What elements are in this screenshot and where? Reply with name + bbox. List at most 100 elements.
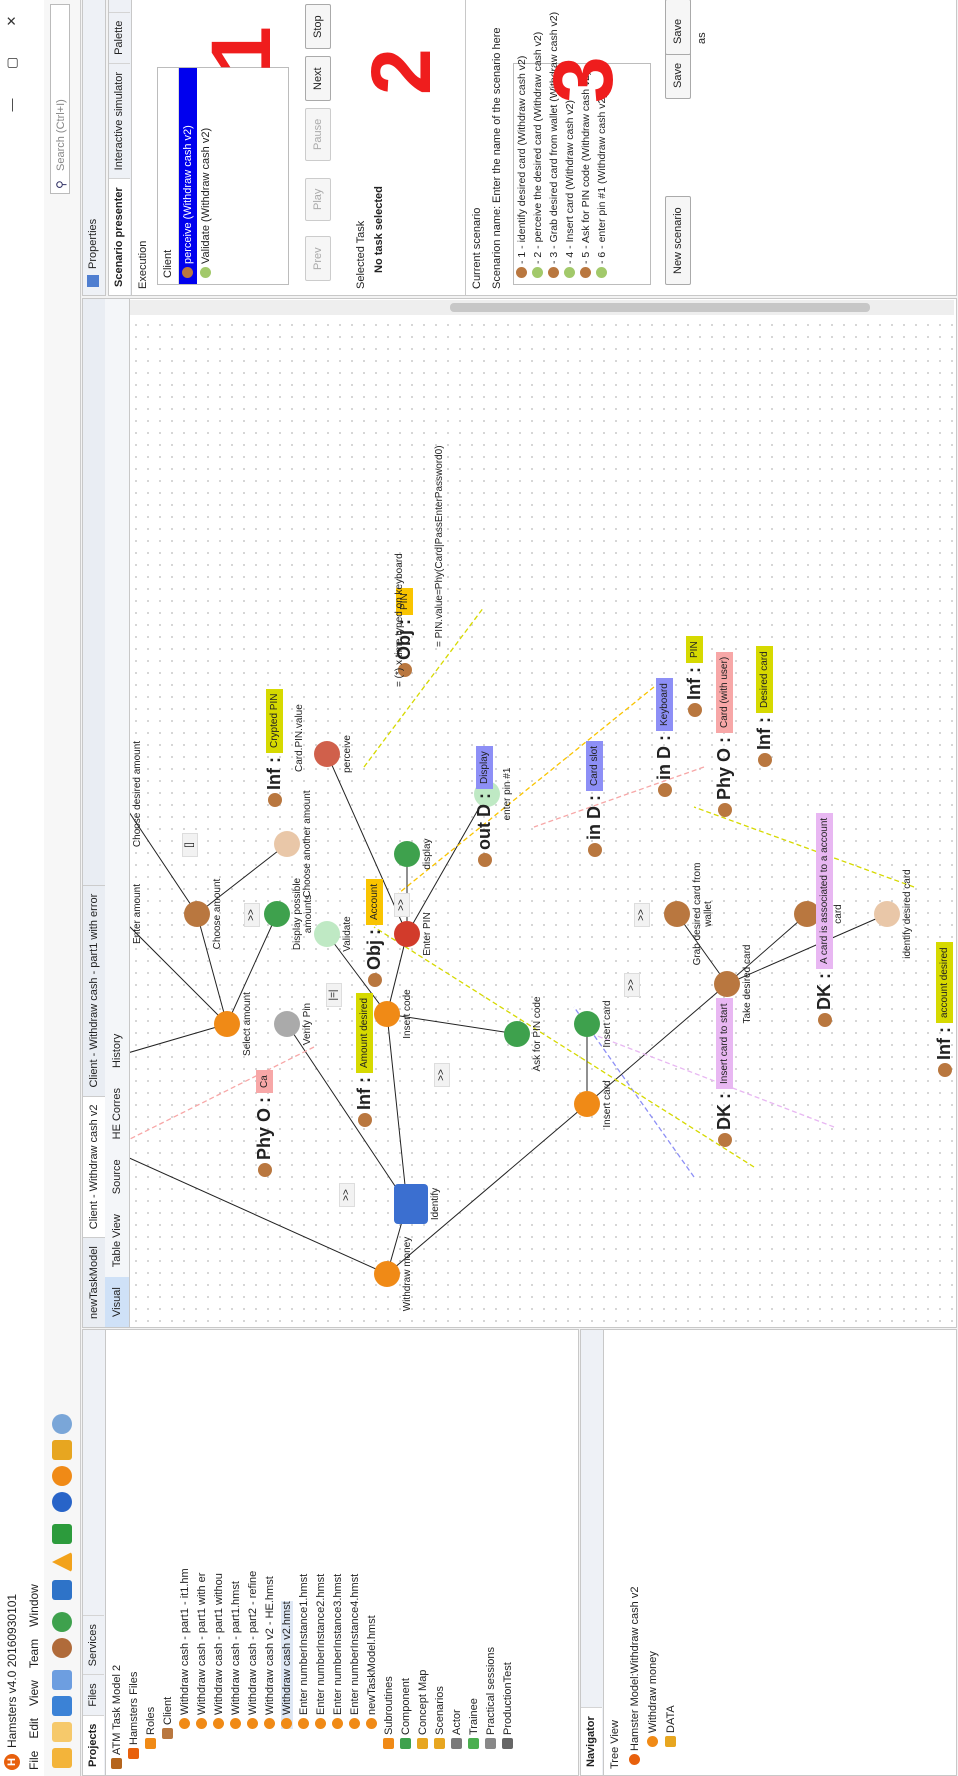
tree-item[interactable]: Client	[162, 1697, 174, 1739]
tree-item[interactable]: Withdraw cash - part1 - it1.hm	[179, 1568, 191, 1729]
execution-list[interactable]: Client perceive (Withdraw cash v2) Valid…	[157, 67, 289, 285]
doc-tab-withdraw-v2[interactable]: Client - Withdraw cash v2	[83, 1095, 105, 1238]
prev-button[interactable]: Prev	[305, 236, 331, 281]
tab-services[interactable]: Services	[83, 1615, 104, 1675]
data-element[interactable]: DK : A card is associated to a account	[814, 812, 835, 1027]
doc-tab-newtaskmodel[interactable]: newTaskModel	[83, 1237, 105, 1327]
nav-item-data[interactable]: DATA	[665, 1705, 677, 1747]
close-button[interactable]: ✕	[0, 0, 24, 42]
data-element[interactable]: Inf : PIN	[684, 636, 705, 717]
tree-item[interactable]: newTaskModel.hmst	[366, 1615, 378, 1729]
menu-team[interactable]: Team	[24, 1633, 44, 1674]
menu-window[interactable]: Window	[24, 1578, 44, 1633]
tree-item[interactable]: ATM Task Model 2	[111, 1665, 123, 1769]
pause-button[interactable]: Pause	[305, 107, 331, 161]
tree-item[interactable]: Withdraw cash - part1.hmst	[230, 1581, 242, 1729]
scenario-step[interactable]: - 1 - identify desired card (Withdraw ca…	[514, 56, 530, 284]
task-node-cognitive[interactable]: Choose desired amount	[130, 739, 143, 849]
tree-item[interactable]: Withdraw cash - part1 with er	[196, 1573, 208, 1729]
task-icon[interactable]	[52, 1466, 72, 1486]
task-node-interactive[interactable]: Insert card	[574, 969, 613, 1079]
menu-view[interactable]: View	[24, 1674, 44, 1712]
run-icon[interactable]	[52, 1524, 72, 1544]
next-button[interactable]: Next	[305, 56, 331, 101]
redo-icon[interactable]	[52, 1612, 72, 1632]
database-icon[interactable]	[52, 1440, 72, 1460]
task-node-interactive[interactable]: Enter amount	[130, 859, 143, 969]
operator-node[interactable]: >>	[339, 1183, 355, 1207]
data-element[interactable]: Inf : Amount desired	[354, 992, 375, 1127]
tree-item[interactable]: Trainee	[468, 1698, 480, 1749]
check-icon[interactable]	[52, 1580, 72, 1600]
scrollbar-thumb[interactable]	[450, 303, 870, 312]
nav-item-withdraw[interactable]: Withdraw money	[647, 1651, 659, 1747]
tree-item[interactable]: Roles	[145, 1707, 157, 1749]
save-as-button[interactable]: Save as	[665, 0, 708, 55]
operator-node[interactable]: |=|	[326, 983, 342, 1007]
play-button[interactable]: Play	[305, 177, 331, 221]
data-element[interactable]: in D : Card slot	[584, 740, 605, 857]
tree-item[interactable]: Enter numberInstance4.hmst	[349, 1574, 361, 1729]
tree-item[interactable]: Enter numberInstance2.hmst	[315, 1574, 327, 1729]
scenario-name-input[interactable]: Enter the name of the scenario here	[491, 28, 503, 204]
task-node-system[interactable]: Verify Pin	[274, 969, 313, 1079]
tree-item[interactable]: Concept Map	[417, 1670, 429, 1749]
diagram-canvas[interactable]: Withdraw money Identify Insert card Take de…	[130, 315, 954, 1327]
maximize-button[interactable]: ▢	[0, 42, 24, 84]
tree-item[interactable]: Withdraw cash - part2 - refine	[247, 1571, 259, 1729]
tab-interactive-simulator[interactable]: Interactive simulator	[109, 62, 130, 179]
save-button[interactable]: Save	[665, 51, 691, 99]
data-element[interactable]: Phy O : Ca	[254, 1070, 275, 1177]
data-element[interactable]: Inf : account desired	[934, 942, 954, 1077]
tab-files[interactable]: Files	[83, 1674, 104, 1715]
tab-projects[interactable]: Projects	[83, 1714, 104, 1775]
data-element[interactable]: Inf : Crypted PIN	[264, 688, 285, 807]
task-node-user[interactable]: Grab desired card from wallet	[664, 859, 714, 969]
operator-node[interactable]: >>	[244, 903, 260, 927]
tab-palette[interactable]: Palette	[109, 11, 130, 63]
tree-item[interactable]: Hamsters Files	[128, 1672, 140, 1759]
tree-item[interactable]: Scenarios	[434, 1686, 446, 1749]
tab-history[interactable]: History	[105, 1024, 129, 1078]
task-node-abstract[interactable]: Select amount	[214, 969, 253, 1079]
operator-node[interactable]: >>	[394, 893, 410, 917]
task-node-system[interactable]: Validate	[314, 879, 353, 989]
vertical-scrollbar[interactable]	[130, 300, 954, 315]
tree-item[interactable]: Subroutines	[383, 1676, 395, 1749]
tab-source[interactable]: Source	[105, 1149, 129, 1204]
tree-item[interactable]: Component	[400, 1678, 412, 1749]
save-all-icon[interactable]	[52, 1670, 72, 1690]
operator-node[interactable]: >>	[634, 903, 650, 927]
task-node-user[interactable]: Choose amount	[184, 859, 223, 969]
simulate-icon[interactable]	[52, 1492, 72, 1512]
tree-item[interactable]: ProductionTest	[502, 1662, 514, 1749]
stop-button[interactable]: Stop	[305, 4, 331, 49]
tree-item[interactable]: Withdraw cash - part1 withou	[213, 1573, 225, 1729]
tree-item[interactable]: Withdraw cash v2.hmst	[281, 1601, 293, 1729]
data-element[interactable]: out D : Display	[474, 746, 495, 867]
new-scenario-button[interactable]: New scenario	[665, 196, 691, 285]
new-project-icon[interactable]	[52, 1748, 72, 1768]
operator-node[interactable]: >>	[624, 973, 640, 997]
tree-item[interactable]: Enter numberInstance1.hmst	[298, 1574, 310, 1729]
menu-file[interactable]: File	[24, 1745, 44, 1776]
minimize-button[interactable]: —	[0, 84, 24, 126]
search-input[interactable]: Search (Ctrl+I) ⚲	[50, 4, 70, 194]
nav-item-model[interactable]: Hamster Model:Withdraw cash v2	[629, 1587, 641, 1765]
task-node-system[interactable]: Identify	[394, 1149, 441, 1259]
execution-item-perceive[interactable]: perceive (Withdraw cash v2)	[179, 68, 197, 284]
task-node-cognitive[interactable]: identify desired card	[874, 859, 913, 969]
data-element[interactable]: Obj : Account	[364, 878, 385, 987]
task-node-cognitive[interactable]: perceive	[314, 699, 353, 809]
tab-scenario-presenter[interactable]: Scenario presenter	[109, 178, 130, 295]
tree-item[interactable]: Withdraw cash v2 - HE.hmst	[264, 1576, 276, 1729]
doc-tab-part1-error[interactable]: Client - Withdraw cash - part1 with erro…	[83, 884, 105, 1096]
open-project-icon[interactable]	[52, 1696, 72, 1716]
data-element[interactable]: DK : Insert card to start	[714, 998, 735, 1147]
tab-table-view[interactable]: Table View	[105, 1204, 129, 1277]
new-file-icon[interactable]	[52, 1722, 72, 1742]
dna-icon[interactable]	[52, 1414, 72, 1434]
tree-item[interactable]: Practical sessions	[485, 1647, 497, 1749]
execution-item-validate[interactable]: Validate (Withdraw cash v2)	[197, 68, 215, 284]
data-element[interactable]: in D : Keyboard	[654, 678, 675, 797]
